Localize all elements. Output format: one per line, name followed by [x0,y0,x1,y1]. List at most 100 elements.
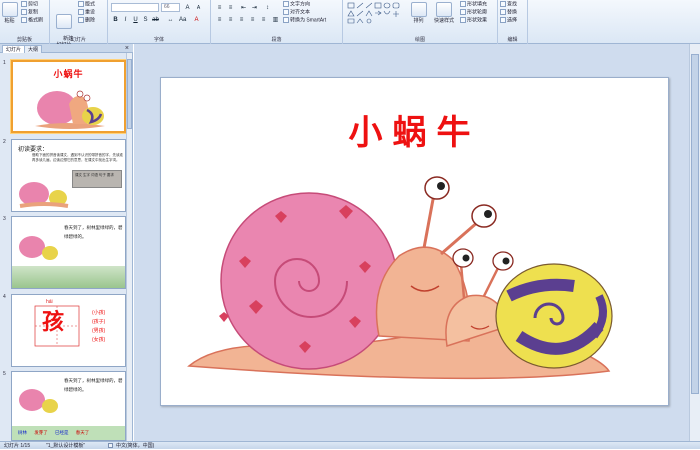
copy-button[interactable]: 复制 [21,9,38,16]
decrease-indent-button[interactable]: ⇤ [239,3,248,12]
align-left-button[interactable]: ≡ [215,15,224,24]
tab-slides[interactable]: 幻灯片 [2,45,26,53]
quick-styles-button[interactable]: 快速样式 [430,1,458,24]
font-family-select[interactable] [111,3,159,12]
reset-button[interactable]: 重设 [78,9,95,16]
shape-fill-button[interactable]: 形状填充 [460,1,487,8]
thumb-title: 小蜗牛 [53,69,84,79]
find-button[interactable]: 查找 [500,1,517,8]
main-scrollbar[interactable] [689,44,700,441]
align-right-button[interactable]: ≡ [237,15,246,24]
shadow-button[interactable]: S [141,15,150,24]
delete-icon [78,17,84,23]
tab-outline[interactable]: 大纲 [24,45,43,53]
smartart-icon [283,17,289,23]
text-direction-icon [283,1,289,7]
thumb-heading: 初读要求： [18,147,49,153]
font-size-select[interactable]: 66 [161,3,180,12]
shape-effects-button[interactable]: 形状效果 [460,17,487,24]
slides-panel: 幻灯片 大纲 × 1 小蜗牛 2 初读要求： 借助下面的拼音读课文，遇到不认识的… [0,44,133,441]
replace-icon [500,9,506,15]
arrange-icon [410,2,427,17]
char-spacing-button[interactable]: ↔ [166,15,175,24]
text-direction-button[interactable]: 文字方向 [283,1,310,8]
panel-tabs: 幻灯片 大纲 × [0,44,133,53]
strikethrough-button[interactable]: ab [151,15,160,24]
brush-icon [21,17,27,23]
slide-canvas[interactable]: 小蜗牛 [160,77,669,406]
select-button[interactable]: 选择 [500,17,517,24]
increase-indent-button[interactable]: ⇥ [250,3,259,12]
distribute-button[interactable]: ≡ [259,15,268,24]
thumbnail-frame: 初读要求： 借助下面的拼音读课文，遇到不认识的带拼音的字，先读准再多读几遍，边读… [11,139,126,212]
scrollbar-thumb[interactable] [691,54,699,394]
shrink-font-button[interactable]: A [194,3,203,12]
paragraph-group: ≡ ≡ ⇤ ⇥ ↕ ≡ ≡ ≡ ≡ ≡ ▥ 文字方向 对齐文本 转换为 Smar… [211,0,343,44]
thumb-text: 借助下面的拼音读课文，遇到不认识的带拼音的字，先读准再多读几遍，边读边想它的意思… [32,153,123,162]
thumbnail-frame: 小蜗牛 [11,60,126,133]
thumb-gray-box: 课文 生字 词语 句子 要求 [72,170,122,188]
font-group: 66 A A B I U S ab ↔ Aa A 字体 [108,0,211,44]
spellcheck-icon[interactable] [108,443,113,448]
delete-slide-button[interactable]: 删除 [78,17,95,24]
bullets-button[interactable]: ≡ [215,3,224,12]
shapes-gallery[interactable] [347,2,403,24]
shape-outline-button[interactable]: 形状轮廓 [460,9,487,16]
ribbon: 粘贴 剪切 复制 格式刷 剪贴板 新建 幻灯片 版式 重设 删除 幻灯片 66 … [0,0,700,48]
drawing-group: 排列 快速样式 形状填充 形状轮廓 形状效果 绘图 [343,0,498,44]
thumb-answer-bar: 树林 发芽了 已经是 春天了 [12,426,125,440]
editing-group: 查找 替换 选择 编辑 [498,0,528,44]
snail-thumb-image [19,236,58,260]
numbering-button[interactable]: ≡ [226,3,235,12]
slide-title[interactable]: 小蜗牛 [161,105,668,154]
snail-thumb-image [19,182,69,208]
clipboard-group: 粘贴 剪切 复制 格式刷 剪贴板 [0,0,50,44]
font-color-button[interactable]: A [192,15,201,24]
thumbnail-frame: hái 孩 (小孩) (孩子) (男孩) (女孩) [11,294,126,367]
align-text-button[interactable]: 对齐文本 [283,9,310,16]
status-bar: 幻灯片 1/15 "1_默认设计模板" 中文(简体，中国) [0,441,700,449]
fill-bucket-icon [460,1,466,7]
columns-button[interactable]: ▥ [271,15,280,24]
quick-styles-icon [436,2,452,17]
bold-button[interactable]: B [111,15,120,24]
scrollbar-thumb[interactable] [127,59,132,129]
close-panel-icon[interactable]: × [125,44,129,53]
layout-icon [78,1,84,7]
slides-group: 新建 幻灯片 版式 重设 删除 幻灯片 [50,0,108,48]
grow-font-button[interactable]: A [183,3,192,12]
change-case-button[interactable]: Aa [178,15,187,24]
thumb-text: 春天到了，树林里绿绿的，碧绿碧绿的。 [64,378,123,392]
thumbnail-frame: 春天到了，树林里绿绿的，碧绿碧绿的。 树林 发芽了 已经是 春天了 [11,371,126,441]
cut-button[interactable]: 剪切 [21,1,38,8]
snail-thumb-image [19,389,58,413]
format-painter-button[interactable]: 格式刷 [21,17,43,24]
paste-button[interactable]: 粘贴 [1,1,18,24]
snail-illustration[interactable] [179,166,639,391]
new-slide-icon [56,14,72,29]
binoculars-icon [500,1,506,7]
forest-strip [12,266,125,288]
pen-icon [460,9,466,15]
layout-button[interactable]: 版式 [78,1,95,8]
justify-button[interactable]: ≡ [248,15,257,24]
scissors-icon [21,1,27,7]
cursor-icon [500,17,506,23]
reset-icon [78,9,84,15]
panel-scrollbar[interactable] [126,53,132,441]
thumb-text: 春天到了，树林里绿绿的，碧绿碧绿的。 [64,225,123,239]
thumbnail-frame: 春天到了，树林里绿绿的，碧绿碧绿的。 [11,216,126,289]
copy-icon [21,9,27,15]
thumb-words: (小孩) (孩子) (男孩) (女孩) [92,310,106,343]
align-center-button[interactable]: ≡ [226,15,235,24]
arrange-button[interactable]: 排列 [410,1,427,24]
line-spacing-button[interactable]: ↕ [263,3,272,12]
effects-icon [460,17,466,23]
smartart-button[interactable]: 转换为 SmartArt [283,17,326,24]
italic-button[interactable]: I [121,15,130,24]
underline-button[interactable]: U [131,15,140,24]
paste-icon [1,2,18,17]
replace-button[interactable]: 替换 [500,9,517,16]
align-text-icon [283,9,289,15]
snail-thumb-image [35,90,105,129]
